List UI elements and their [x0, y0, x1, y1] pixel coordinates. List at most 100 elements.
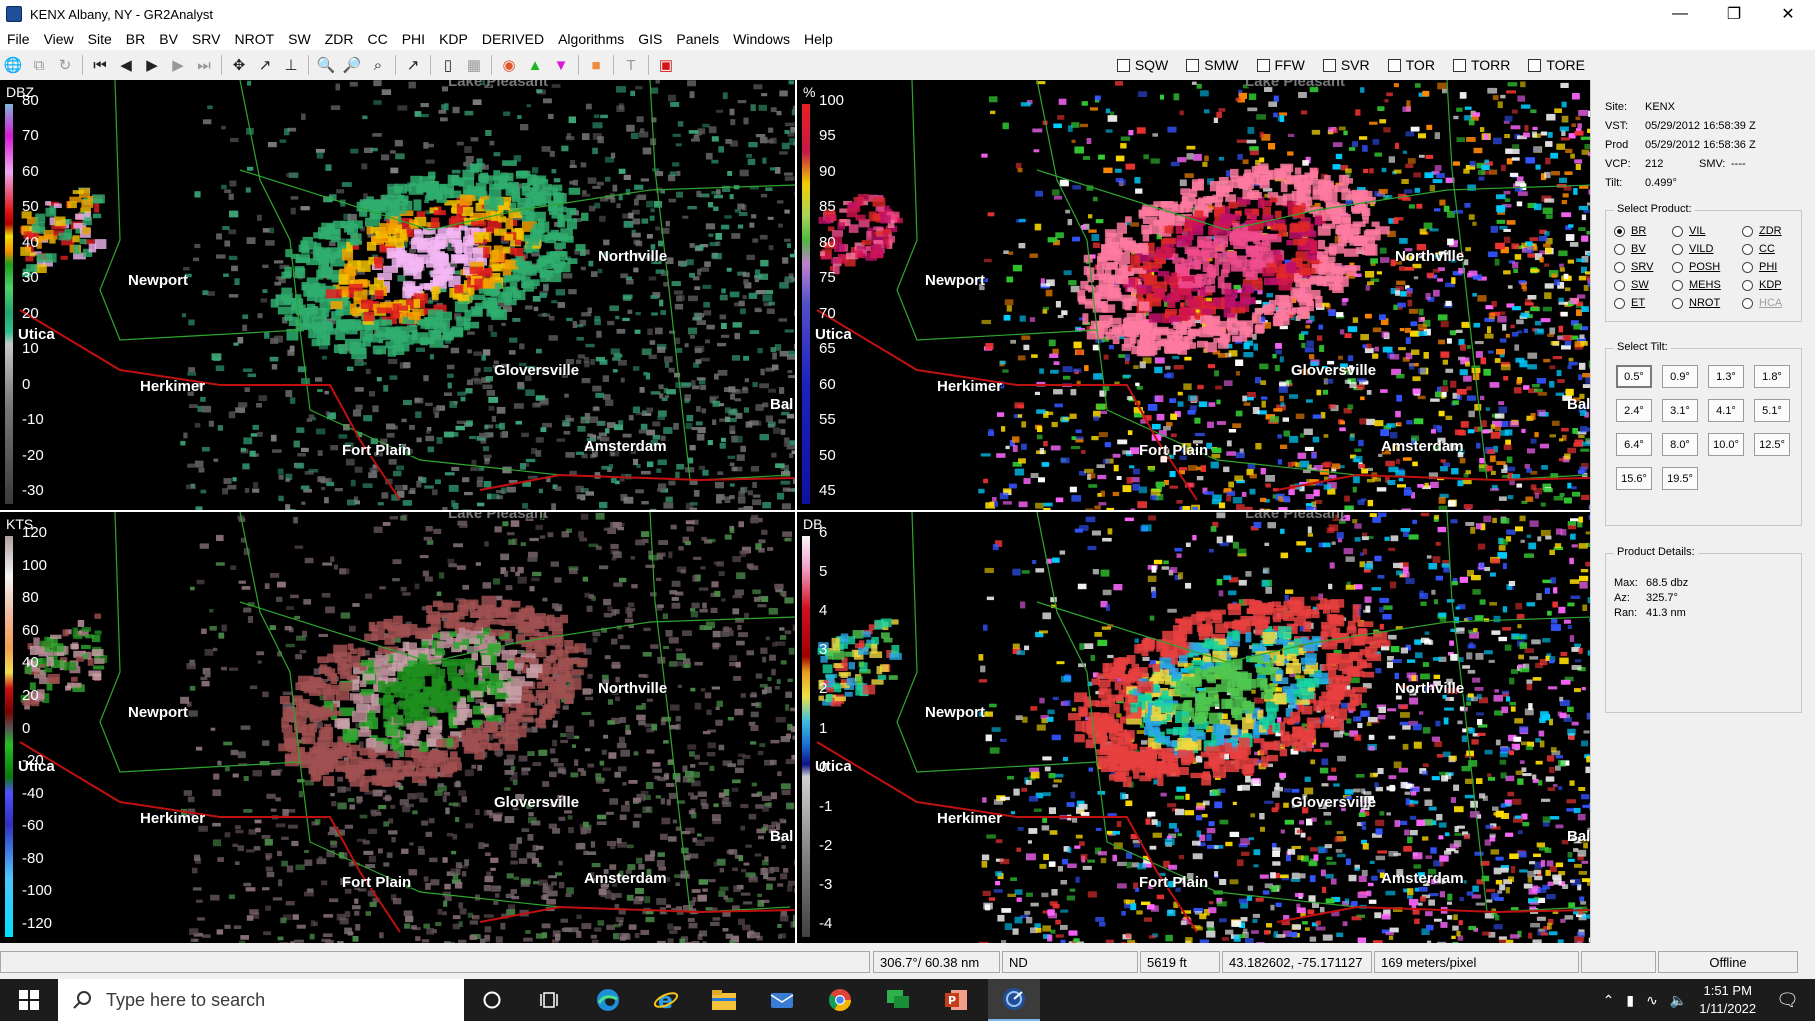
reflectivity-panel[interactable]: Newport Northville Utica Herkimer Gloversvil…	[0, 80, 795, 510]
warning-filter-sqw[interactable]: SQW	[1116, 57, 1168, 73]
menu-br[interactable]: BR	[119, 31, 152, 47]
menu-cc[interactable]: CC	[360, 31, 394, 47]
tilt-button-19-5[interactable]: 19.5°	[1662, 467, 1698, 490]
zoom-out-icon[interactable]: 🔎	[341, 54, 363, 76]
menu-derived[interactable]: DERIVED	[475, 31, 551, 47]
tilt-button-10-0[interactable]: 10.0°	[1708, 433, 1744, 456]
copy-icon[interactable]: ⧉	[28, 54, 50, 76]
zoom-in-icon[interactable]: 🔍	[315, 54, 337, 76]
text-tool-icon[interactable]: T	[620, 54, 642, 76]
product-option-srv[interactable]: SRV	[1614, 261, 1672, 273]
warning-filter-tore[interactable]: TORE	[1528, 57, 1585, 73]
product-option-mehs[interactable]: MEHS	[1672, 279, 1742, 291]
cortana-icon[interactable]	[466, 979, 518, 1021]
tilt-button-8-0[interactable]: 8.0°	[1662, 433, 1698, 456]
product-option-kdp[interactable]: KDP	[1742, 279, 1800, 291]
menu-bv[interactable]: BV	[152, 31, 185, 47]
product-option-sw[interactable]: SW	[1614, 279, 1672, 291]
product-option-vild[interactable]: VILD	[1672, 243, 1742, 255]
warning-filter-tor[interactable]: TOR	[1387, 57, 1435, 73]
menu-sw[interactable]: SW	[281, 31, 318, 47]
menu-kdp[interactable]: KDP	[432, 31, 475, 47]
contrast-icon[interactable]: ▯	[437, 54, 459, 76]
product-option-nrot[interactable]: NROT	[1672, 297, 1742, 309]
product-option-phi[interactable]: PHI	[1742, 261, 1800, 273]
internet-explorer-icon[interactable]: e	[640, 979, 692, 1021]
taskbar-search[interactable]: Type here to search	[58, 979, 464, 1021]
measure-icon[interactable]: ↗	[254, 54, 276, 76]
refresh-icon[interactable]: ↻	[54, 54, 76, 76]
velocity-panel[interactable]: Newport Northville Utica Herkimer Gloversvil…	[0, 512, 795, 943]
menu-zdr[interactable]: ZDR	[318, 31, 361, 47]
pan-icon[interactable]: ✥	[228, 54, 250, 76]
product-option-br[interactable]: BR	[1614, 225, 1672, 237]
tilt-button-3-1[interactable]: 3.1°	[1662, 399, 1698, 422]
tilt-button-0-5[interactable]: 0.5°	[1616, 365, 1652, 388]
menu-windows[interactable]: Windows	[726, 31, 797, 47]
play-icon[interactable]: ▶	[141, 54, 163, 76]
cross-section-icon[interactable]: ⊥	[280, 54, 302, 76]
menu-panels[interactable]: Panels	[669, 31, 726, 47]
color-wheel-icon[interactable]: ◉	[498, 54, 520, 76]
zoom-reset-icon[interactable]: ⌕	[367, 54, 389, 76]
product-option-zdr[interactable]: ZDR	[1742, 225, 1800, 237]
clock[interactable]: 1:51 PM 1/11/2022	[1699, 982, 1756, 1018]
product-option-cc[interactable]: CC	[1742, 243, 1800, 255]
menu-nrot[interactable]: NROT	[227, 31, 281, 47]
minimize-button[interactable]: —	[1653, 0, 1707, 28]
skip-last-icon[interactable]: ⏭	[193, 54, 215, 76]
tilt-button-5-1[interactable]: 5.1°	[1754, 399, 1790, 422]
tilt-button-1-8[interactable]: 1.8°	[1754, 365, 1790, 388]
edge-browser-icon[interactable]	[582, 979, 634, 1021]
warning-filter-torr[interactable]: TORR	[1452, 57, 1510, 73]
sample-icon[interactable]: ↗	[402, 54, 424, 76]
warning-filter-ffw[interactable]: FFW	[1256, 57, 1305, 73]
green-triangle-icon[interactable]: ▲	[524, 54, 546, 76]
warning-filter-smw[interactable]: SMW	[1186, 57, 1239, 73]
mail-icon[interactable]	[756, 979, 808, 1021]
menu-help[interactable]: Help	[797, 31, 840, 47]
tilt-button-15-6[interactable]: 15.6°	[1616, 467, 1652, 490]
grid-icon[interactable]: ▦	[463, 54, 485, 76]
globe-icon[interactable]: 🌐	[2, 54, 24, 76]
menu-gis[interactable]: GIS	[631, 31, 669, 47]
menu-algorithms[interactable]: Algorithms	[551, 31, 631, 47]
tilt-button-0-9[interactable]: 0.9°	[1662, 365, 1698, 388]
menu-phi[interactable]: PHI	[395, 31, 432, 47]
gr2analyst-taskbar-icon[interactable]	[988, 979, 1040, 1021]
menu-view[interactable]: View	[37, 31, 81, 47]
step-forward-icon[interactable]: ▶	[167, 54, 189, 76]
powerpoint-icon[interactable]: P	[930, 979, 982, 1021]
differential-reflectivity-panel[interactable]: Newport Northville Utica Herkimer Gloversvil…	[797, 512, 1590, 943]
tilt-button-12-5[interactable]: 12.5°	[1754, 433, 1790, 456]
product-option-posh[interactable]: POSH	[1672, 261, 1742, 273]
tilt-button-6-4[interactable]: 6.4°	[1616, 433, 1652, 456]
product-option-et[interactable]: ET	[1614, 297, 1672, 309]
warning-filter-svr[interactable]: SVR	[1322, 57, 1370, 73]
product-option-vil[interactable]: VIL	[1672, 225, 1742, 237]
task-view-icon[interactable]	[524, 979, 576, 1021]
tilt-button-2-4[interactable]: 2.4°	[1616, 399, 1652, 422]
close-button[interactable]: ✕	[1761, 0, 1815, 28]
notifications-icon[interactable]: 🗨	[1776, 990, 1799, 1011]
volume-icon[interactable]: 🔈	[1670, 992, 1687, 1009]
tilt-button-1-3[interactable]: 1.3°	[1708, 365, 1744, 388]
chrome-icon[interactable]	[814, 979, 866, 1021]
layer-icon[interactable]: ■	[585, 54, 607, 76]
maximize-button[interactable]: ❐	[1707, 0, 1761, 28]
product-option-bv[interactable]: BV	[1614, 243, 1672, 255]
stop-icon[interactable]: ▣	[655, 54, 677, 76]
tilt-button-4-1[interactable]: 4.1°	[1708, 399, 1744, 422]
file-explorer-icon[interactable]	[698, 979, 750, 1021]
correlation-coefficient-panel[interactable]: Newport Northville Utica Herkimer Gloversvil…	[797, 80, 1590, 510]
skip-first-icon[interactable]: ⏮	[89, 54, 111, 76]
step-back-icon[interactable]: ◀	[115, 54, 137, 76]
menu-site[interactable]: Site	[81, 31, 119, 47]
chevron-up-icon[interactable]: ⌃	[1603, 992, 1615, 1009]
start-button[interactable]	[0, 979, 58, 1021]
magenta-triangle-icon[interactable]: ▼	[550, 54, 572, 76]
battery-icon[interactable]: ▮	[1626, 992, 1634, 1009]
wifi-icon[interactable]: ∿	[1646, 992, 1658, 1009]
chat-app-icon[interactable]	[872, 979, 924, 1021]
menu-srv[interactable]: SRV	[185, 31, 228, 47]
